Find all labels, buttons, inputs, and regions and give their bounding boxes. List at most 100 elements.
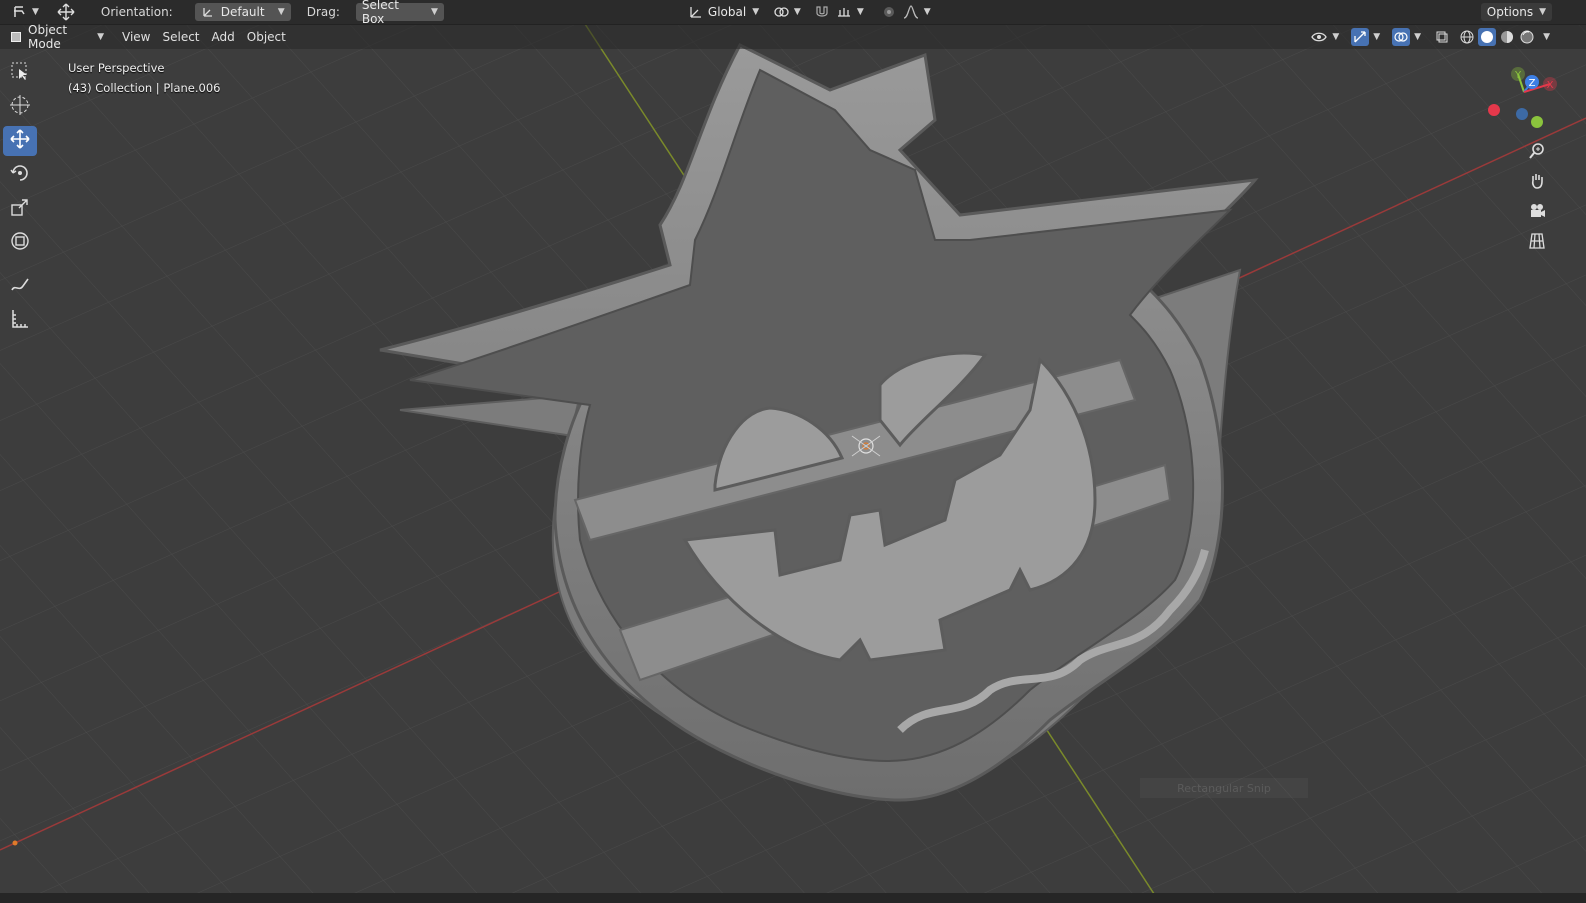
pivot-icon <box>772 3 790 21</box>
measure-icon <box>9 308 31 334</box>
annotate-icon <box>9 274 31 300</box>
viewport-info: User Perspective (43) Collection | Plane… <box>68 58 220 98</box>
pivot-point-button[interactable]: ▼ <box>766 3 807 21</box>
global-axes-icon <box>688 3 702 21</box>
snap-increment-icon <box>835 3 853 21</box>
editor-type-icon <box>10 3 28 21</box>
blender-app: Rectangular Snip ▼ Orientation: Default … <box>0 0 1586 903</box>
xray-toggle-button[interactable] <box>1427 28 1457 46</box>
cursor-tool[interactable] <box>3 92 37 122</box>
gizmo-neg-z[interactable] <box>1516 108 1528 120</box>
falloff-curve-icon <box>902 3 920 21</box>
pan-button[interactable] <box>1524 170 1550 196</box>
select-box-icon <box>10 61 30 85</box>
object-info-label: (43) Collection | Plane.006 <box>68 81 221 95</box>
perspective-label: User Perspective <box>68 61 165 75</box>
snap-toggle-button[interactable]: ▼ <box>807 3 870 21</box>
overlays-icon <box>1392 28 1411 46</box>
menu-view[interactable]: View <box>116 28 156 46</box>
cursor-icon <box>9 94 31 120</box>
measure-tool[interactable] <box>3 306 37 336</box>
drag-value: Select Box <box>361 0 399 26</box>
ortho-toggle-button[interactable] <box>1524 230 1550 256</box>
snip-watermark: Rectangular Snip <box>1140 778 1308 798</box>
orientation-label: Orientation: <box>100 5 173 19</box>
hand-icon <box>1528 172 1546 194</box>
chevron-down-icon: ▼ <box>97 32 104 42</box>
gizmo-x-label: X <box>1547 80 1554 91</box>
mode-dropdown[interactable]: Object Mode ▼ <box>4 23 110 51</box>
zoom-icon <box>1528 142 1546 164</box>
chevron-down-icon: ▼ <box>752 7 760 17</box>
options-dropdown[interactable]: Options ▼ <box>1480 3 1552 21</box>
left-toolbar <box>3 58 41 336</box>
shading-material-button[interactable] <box>1497 28 1517 46</box>
gizmo-toggle-button[interactable]: ▼ <box>1345 28 1386 46</box>
viewport-canvas <box>0 0 1586 903</box>
orientation-dropdown[interactable]: Default ▼ <box>194 3 291 21</box>
3d-viewport[interactable]: Rectangular Snip <box>0 0 1586 903</box>
shading-options-button[interactable]: ▼ <box>1537 28 1556 46</box>
annotate-tool[interactable] <box>3 272 37 302</box>
overlays-button[interactable]: ▼ <box>1386 28 1427 46</box>
mode-value: Object Mode <box>28 23 68 51</box>
menu-add[interactable]: Add <box>206 28 241 46</box>
eye-icon <box>1310 28 1328 46</box>
viewport-header: Object Mode ▼ View Select Add Object ▼ ▼… <box>0 23 1586 51</box>
transform-orientation-dropdown[interactable]: Global ▼ <box>682 3 760 21</box>
status-bar <box>0 893 1586 903</box>
xray-icon <box>1433 28 1451 46</box>
scale-tool[interactable] <box>3 194 37 224</box>
gizmo-neg-y[interactable] <box>1531 116 1543 128</box>
rendered-sphere-icon <box>1518 28 1536 46</box>
chevron-down-icon: ▼ <box>277 7 285 17</box>
move-tool[interactable] <box>3 126 37 156</box>
magnet-icon <box>813 3 831 21</box>
chevron-down-icon: ▼ <box>856 7 864 17</box>
chevron-down-icon: ▼ <box>793 7 801 17</box>
camera-icon <box>1528 202 1546 224</box>
move-icon <box>9 128 31 154</box>
transform-icon <box>9 230 31 256</box>
shading-wireframe-button[interactable] <box>1457 28 1477 46</box>
gizmo-icon <box>1351 28 1370 46</box>
camera-view-button[interactable] <box>1524 200 1550 226</box>
gizmo-y-label: Y <box>1514 70 1522 81</box>
rotate-icon <box>9 162 31 188</box>
chevron-down-icon: ▼ <box>1414 32 1422 42</box>
menu-object[interactable]: Object <box>241 28 292 46</box>
shading-solid-button[interactable] <box>1477 28 1497 46</box>
options-label: Options <box>1486 5 1534 19</box>
navigation-gizmo[interactable]: Y Z X <box>1480 62 1570 142</box>
chevron-down-icon: ▼ <box>1373 32 1381 42</box>
active-tool-button[interactable] <box>51 3 81 21</box>
solid-sphere-icon <box>1478 28 1497 46</box>
gizmo-z-label: Z <box>1529 78 1536 89</box>
select-box-tool[interactable] <box>3 58 37 88</box>
proportional-edit-button[interactable]: ▼ <box>874 3 937 21</box>
chevron-down-icon: ▼ <box>32 7 39 17</box>
drag-label: Drag: <box>306 5 340 19</box>
menu-select[interactable]: Select <box>156 28 205 46</box>
drag-dropdown[interactable]: Select Box ▼ <box>355 0 444 26</box>
shading-rendered-button[interactable] <box>1517 28 1537 46</box>
wireframe-sphere-icon <box>1458 28 1476 46</box>
chevron-down-icon: ▼ <box>430 7 438 17</box>
tool-settings-header: ▼ Orientation: Default ▼ Drag: Select Bo… <box>0 0 1586 26</box>
transform-tool[interactable] <box>3 228 37 258</box>
gizmo-neg-x[interactable] <box>1488 104 1500 116</box>
orientation-value: Default <box>220 5 265 19</box>
orientation-icon <box>201 3 215 21</box>
transform-space-value: Global <box>707 5 747 19</box>
chevron-down-icon: ▼ <box>1332 32 1340 42</box>
move-tool-icon <box>57 3 75 21</box>
visibility-button[interactable]: ▼ <box>1304 28 1345 46</box>
chevron-down-icon: ▼ <box>1543 32 1550 42</box>
grid-icon <box>1528 232 1546 254</box>
editor-type-button[interactable]: ▼ <box>4 3 45 21</box>
object-mode-icon <box>10 28 22 46</box>
proportional-edit-icon <box>880 3 898 21</box>
zoom-button[interactable] <box>1524 140 1550 166</box>
material-sphere-icon <box>1498 28 1516 46</box>
rotate-tool[interactable] <box>3 160 37 190</box>
